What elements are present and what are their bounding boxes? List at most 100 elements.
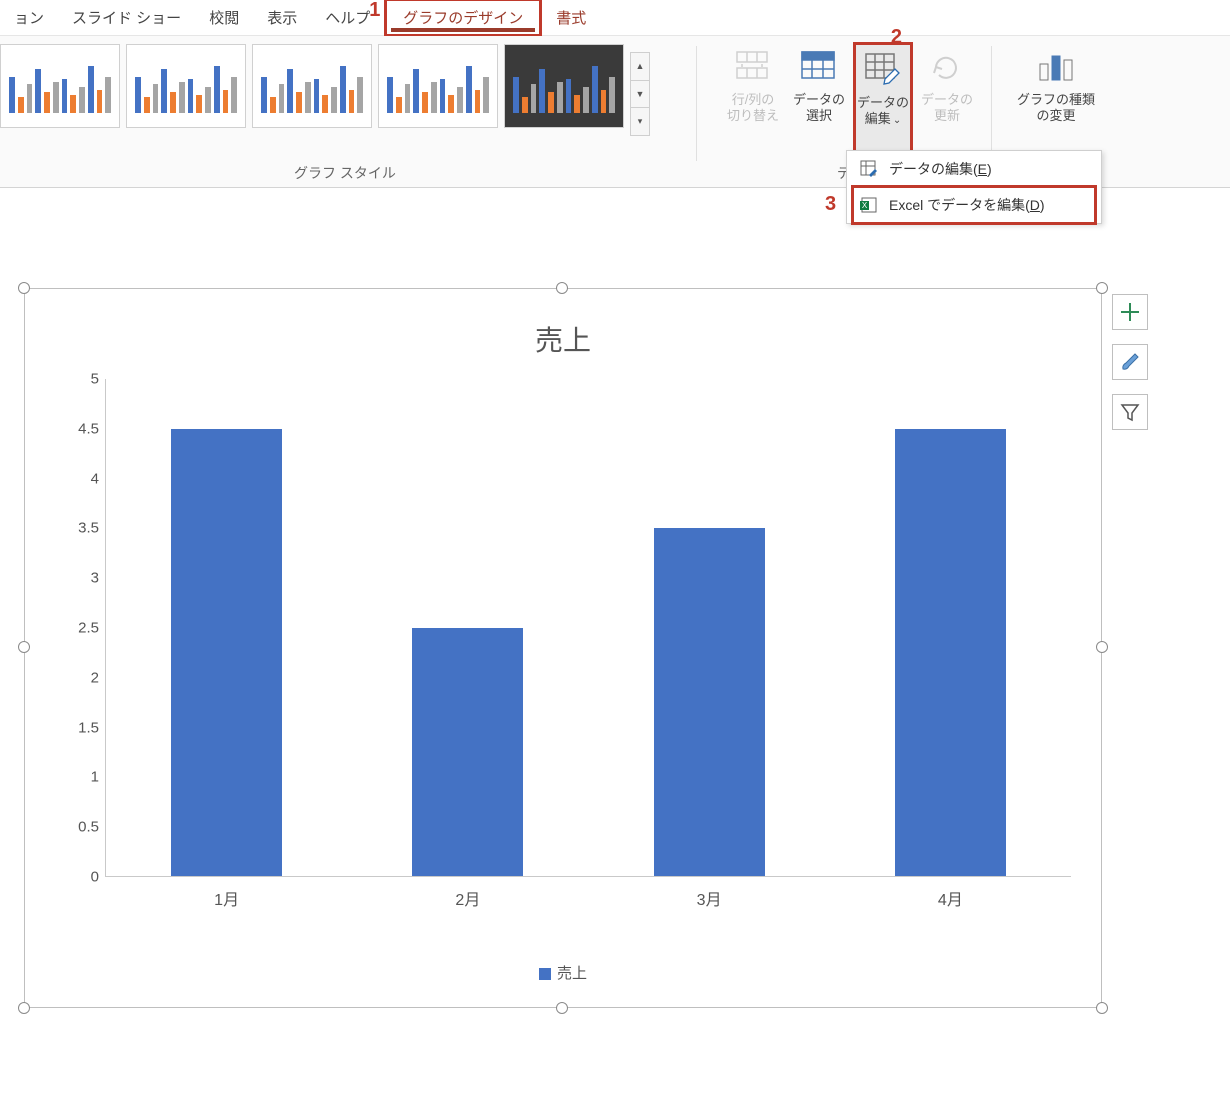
bar-slot: 2月 — [347, 379, 588, 876]
chart-style-thumb-4[interactable] — [378, 44, 498, 128]
menu-item-edit-in-excel[interactable]: 3 X Excel でデータを編集(D) — [847, 187, 1101, 223]
resize-handle-bl[interactable] — [18, 1002, 30, 1014]
edit-data-menu-icon — [859, 159, 879, 179]
brush-icon — [1119, 351, 1141, 373]
y-tick: 3.5 — [61, 520, 99, 537]
chart-bars: 1月2月3月4月 — [106, 379, 1071, 876]
chart-styles-scroll-down[interactable]: ▼ — [631, 81, 649, 109]
x-axis-label: 1月 — [106, 886, 347, 910]
chart-filter-button[interactable] — [1112, 394, 1148, 430]
x-axis-label: 4月 — [830, 886, 1071, 910]
funnel-icon — [1119, 401, 1141, 423]
legend-label: 売上 — [557, 965, 587, 982]
x-axis-label: 2月 — [347, 886, 588, 910]
resize-handle-tl[interactable] — [18, 282, 30, 294]
ribbon-separator-1 — [696, 46, 697, 161]
chart-style-thumb-3[interactable] — [252, 44, 372, 128]
refresh-data-button: データの 更新 — [915, 42, 979, 165]
chart-plot-rect: 1月2月3月4月 — [105, 379, 1071, 877]
switch-row-column-label-2: 切り替え — [727, 108, 779, 124]
y-tick: 4 — [61, 470, 99, 487]
change-chart-type-label-1: グラフの種類 — [1017, 92, 1095, 108]
edit-data-label-1: データの — [857, 95, 909, 111]
chart-styles-scroll: ▲ ▼ ▾ — [630, 52, 650, 136]
chart-style-thumb-1[interactable] — [0, 44, 120, 128]
chart-styles-more-button[interactable]: ▾ — [631, 108, 649, 135]
y-tick: 1 — [61, 769, 99, 786]
refresh-data-icon — [927, 46, 967, 86]
y-tick: 0 — [61, 869, 99, 886]
bar-slot: 3月 — [589, 379, 830, 876]
edit-data-dropdown-menu: データの編集(E) 3 X Excel でデータを編集(D) — [846, 150, 1102, 224]
resize-handle-t[interactable] — [556, 282, 568, 294]
chart-styles-gallery: ▲ ▼ ▾ — [0, 36, 690, 136]
chart-styles-scroll-up[interactable]: ▲ — [631, 53, 649, 81]
edit-data-button[interactable]: 2 データの 編集⌄ — [853, 42, 913, 165]
edit-data-dropdown-caret: ⌄ — [893, 115, 901, 126]
select-data-label-1: データの — [793, 92, 845, 108]
chart-y-axis[interactable]: 00.511.522.533.544.55 — [61, 379, 105, 877]
y-tick: 4.5 — [61, 420, 99, 437]
callout-number-2: 2 — [891, 25, 902, 50]
chart-elements-button[interactable] — [1112, 294, 1148, 330]
chart-bar[interactable] — [895, 429, 1006, 876]
resize-handle-l[interactable] — [18, 641, 30, 653]
tab-view[interactable]: 表示 — [253, 1, 311, 34]
x-axis-label: 3月 — [589, 886, 830, 910]
resize-handle-r[interactable] — [1096, 641, 1108, 653]
y-tick: 1.5 — [61, 719, 99, 736]
edit-data-icon — [863, 49, 903, 89]
select-data-label-2: 選択 — [806, 108, 832, 124]
chart-title[interactable]: 売上 — [25, 289, 1101, 369]
tab-active-underline — [391, 28, 535, 32]
y-tick: 5 — [61, 371, 99, 388]
chart-object[interactable]: 売上 00.511.522.533.544.55 1月2月3月4月 売上 — [24, 288, 1102, 1008]
change-chart-type-icon — [1036, 46, 1076, 86]
select-data-icon — [799, 46, 839, 86]
callout-chart-design-tab: 1 グラフのデザイン — [384, 0, 542, 37]
chart-bar[interactable] — [171, 429, 282, 876]
y-tick: 3 — [61, 570, 99, 587]
chart-side-buttons — [1112, 294, 1148, 430]
refresh-data-label-1: データの — [921, 92, 973, 108]
refresh-data-label-2: 更新 — [934, 108, 960, 124]
bar-slot: 4月 — [830, 379, 1071, 876]
y-tick: 2 — [61, 669, 99, 686]
tab-slideshow[interactable]: スライド ショー — [58, 1, 195, 34]
resize-handle-br[interactable] — [1096, 1002, 1108, 1014]
edit-data-label-2: 編集⌄ — [865, 111, 901, 128]
chart-styles-group: ▲ ▼ ▾ グラフ スタイル — [0, 36, 690, 187]
bar-slot: 1月 — [106, 379, 347, 876]
menu-item-edit-data[interactable]: データの編集(E) — [847, 151, 1101, 187]
switch-row-column-button: 行/列の 切り替え — [721, 42, 785, 165]
switch-row-column-label-1: 行/列の — [732, 92, 775, 108]
chart-style-thumb-2[interactable] — [126, 44, 246, 128]
callout-number-3: 3 — [825, 193, 836, 216]
menu-item-edit-in-excel-label: Excel でデータを編集(D) — [889, 195, 1045, 215]
change-chart-type-label-2: の変更 — [1036, 108, 1075, 124]
tab-review[interactable]: 校閲 — [195, 1, 253, 34]
chart-bar[interactable] — [412, 628, 523, 877]
chart-plot-area[interactable]: 00.511.522.533.544.55 1月2月3月4月 — [105, 379, 1071, 877]
excel-icon: X — [859, 195, 879, 215]
ribbon-separator-2 — [991, 46, 992, 161]
change-chart-type-button[interactable]: グラフの種類 の変更 — [1008, 42, 1104, 165]
resize-handle-b[interactable] — [556, 1002, 568, 1014]
chart-bar[interactable] — [654, 528, 765, 876]
menu-item-edit-data-label: データの編集(E) — [889, 159, 992, 179]
tab-format[interactable]: 書式 — [542, 1, 600, 34]
ribbon-tabs: ョン スライド ショー 校閲 表示 ヘルプ 1 グラフのデザイン 書式 — [0, 0, 1230, 36]
y-tick: 2.5 — [61, 620, 99, 637]
chart-style-thumb-5[interactable] — [504, 44, 624, 128]
resize-handle-tr[interactable] — [1096, 282, 1108, 294]
plus-icon — [1119, 301, 1141, 323]
chart-legend[interactable]: 売上 — [25, 962, 1101, 983]
switch-row-column-icon — [733, 46, 773, 86]
chart-styles-button[interactable] — [1112, 344, 1148, 380]
y-tick: 0.5 — [61, 819, 99, 836]
select-data-button[interactable]: データの 選択 — [787, 42, 851, 165]
callout-number-1: 1 — [369, 0, 380, 22]
svg-text:X: X — [862, 201, 868, 210]
legend-swatch — [539, 968, 551, 980]
tab-partial-left[interactable]: ョン — [0, 1, 58, 34]
